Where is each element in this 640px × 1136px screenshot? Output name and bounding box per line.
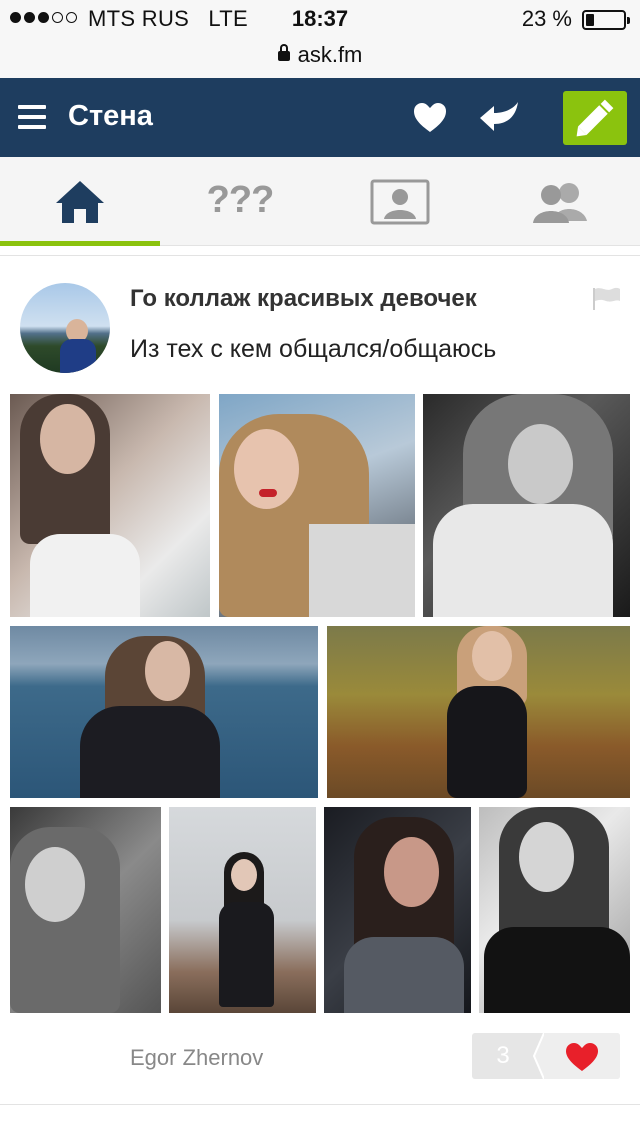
collage-photo[interactable] xyxy=(479,807,630,1013)
collage-photo[interactable] xyxy=(10,394,210,617)
url-bar[interactable]: ask.fm xyxy=(0,42,640,68)
collage-photo[interactable] xyxy=(324,807,471,1013)
menu-icon[interactable] xyxy=(18,105,46,129)
tab-bar: ??? xyxy=(0,157,640,246)
pencil-icon xyxy=(576,99,614,137)
home-icon xyxy=(56,181,104,223)
flag-icon[interactable] xyxy=(592,286,622,310)
tab-questions[interactable]: ??? xyxy=(160,157,320,245)
ask-question-button[interactable] xyxy=(563,91,627,145)
avatar[interactable] xyxy=(20,283,110,373)
heart-icon xyxy=(566,1043,598,1071)
like-widget: 3 xyxy=(472,1033,620,1079)
collage-photo[interactable] xyxy=(219,394,415,617)
collage-photo[interactable] xyxy=(10,807,161,1013)
app-header: Стена xyxy=(0,78,640,157)
divider xyxy=(0,1104,640,1105)
collage-photo[interactable] xyxy=(169,807,316,1013)
collage-photo[interactable] xyxy=(10,626,318,798)
answer-text: Из тех с кем общался/общаюсь xyxy=(130,335,497,363)
battery-icon xyxy=(582,10,630,30)
tab-friends[interactable] xyxy=(480,157,640,245)
like-count: 3 xyxy=(496,1042,510,1069)
tab-home[interactable] xyxy=(0,157,160,246)
author-name[interactable]: Egor Zhernov xyxy=(130,1045,263,1071)
tab-profile[interactable] xyxy=(320,157,480,245)
collage-photo[interactable] xyxy=(423,394,630,617)
url-text: ask.fm xyxy=(297,42,363,67)
reply-arrow-icon[interactable] xyxy=(476,98,520,138)
collage-photo[interactable] xyxy=(327,626,630,798)
lock-icon xyxy=(277,44,290,61)
question-text: Го коллаж красивых девочек xyxy=(130,285,477,312)
friends-icon xyxy=(533,183,587,223)
heart-icon[interactable] xyxy=(410,98,450,138)
questions-icon: ??? xyxy=(206,179,275,221)
page-title: Стена xyxy=(68,100,153,132)
profile-card-icon xyxy=(370,179,430,225)
battery-percent: 23 % xyxy=(521,6,572,31)
status-bar: MTS RUS LTE 18:37 23 % ask.fm xyxy=(0,0,640,78)
like-button[interactable] xyxy=(544,1033,620,1079)
divider xyxy=(0,255,640,256)
